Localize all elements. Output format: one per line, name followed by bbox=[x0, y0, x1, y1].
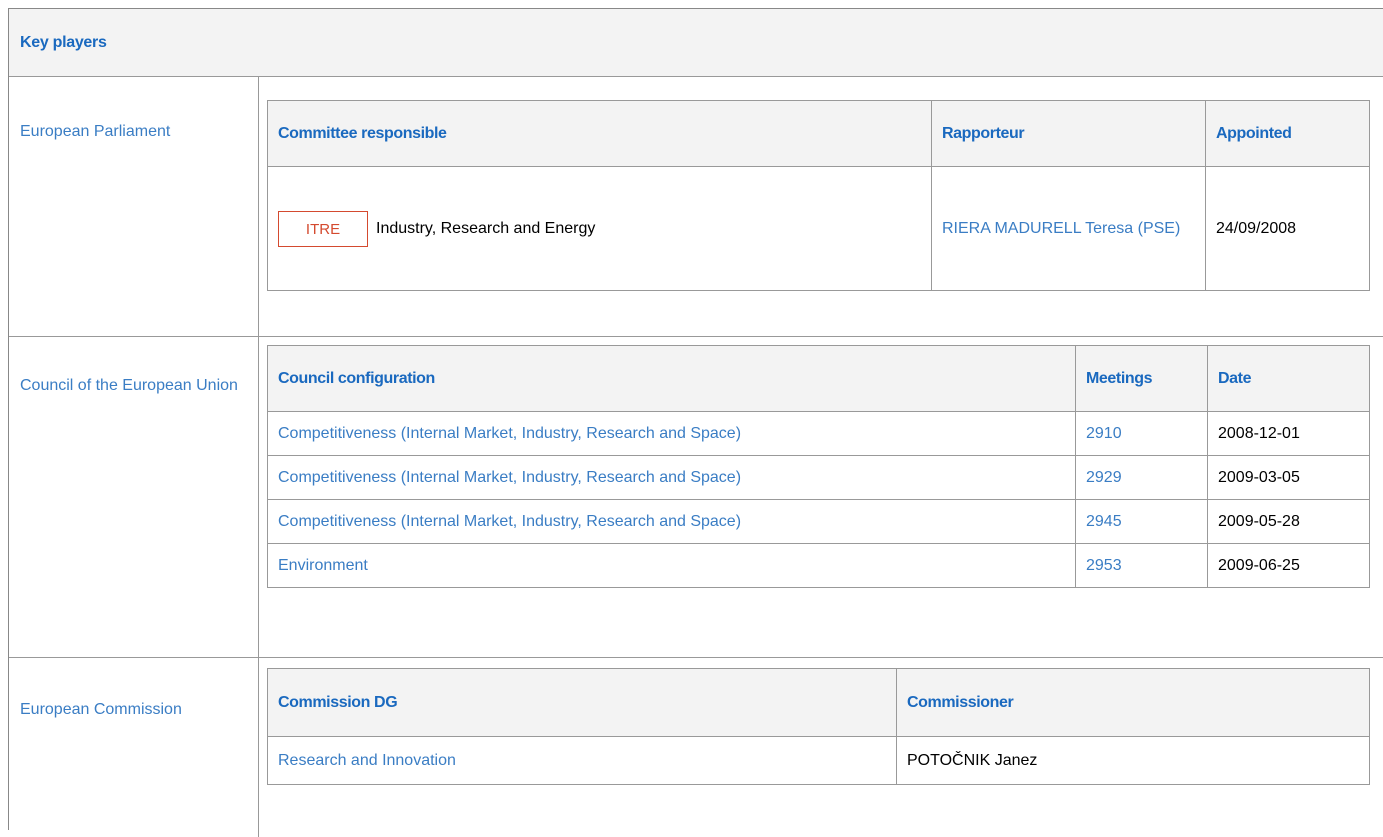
col-rapporteur: Rapporteur bbox=[931, 100, 1206, 167]
meeting-date: 2009-06-25 bbox=[1207, 543, 1370, 588]
table-row: Environment 2953 2009-06-25 bbox=[267, 543, 1370, 588]
table-header-row: Committee responsible Rapporteur Appoint… bbox=[267, 100, 1370, 167]
council-configuration-link[interactable]: Environment bbox=[267, 543, 1076, 588]
appointed-date: 24/09/2008 bbox=[1205, 166, 1370, 291]
meeting-date: 2009-05-28 bbox=[1207, 499, 1370, 544]
rapporteur-link[interactable]: RIERA MADURELL Teresa (PSE) bbox=[931, 166, 1206, 291]
key-players-title: Key players bbox=[20, 34, 107, 51]
key-players-header: Key players bbox=[9, 9, 1383, 77]
meeting-link[interactable]: 2910 bbox=[1075, 411, 1208, 456]
meeting-link[interactable]: 2929 bbox=[1075, 455, 1208, 500]
meeting-date: 2009-03-05 bbox=[1207, 455, 1370, 500]
col-commission-dg: Commission DG bbox=[267, 668, 897, 737]
player-european-commission[interactable]: European Commission bbox=[20, 697, 182, 722]
col-appointed: Appointed bbox=[1205, 100, 1370, 167]
player-european-parliament[interactable]: European Parliament bbox=[20, 119, 170, 144]
col-commissioner: Commissioner bbox=[896, 668, 1370, 737]
player-council-of-eu[interactable]: Council of the European Union bbox=[20, 373, 245, 398]
table-row: Competitiveness (Internal Market, Indust… bbox=[267, 411, 1370, 456]
committee-name: Industry, Research and Energy bbox=[376, 219, 596, 237]
table-row: Research and Innovation POTOČNIK Janez bbox=[267, 736, 1370, 785]
committee-cell: ITRE Industry, Research and Energy bbox=[267, 166, 932, 291]
table-row: ITRE Industry, Research and Energy RIERA … bbox=[267, 166, 1370, 291]
row-divider-parliament bbox=[9, 336, 1383, 337]
row-divider-council bbox=[9, 657, 1383, 658]
commission-dg-link[interactable]: Research and Innovation bbox=[267, 736, 897, 785]
council-configuration-table: Council configuration Meetings Date Comp… bbox=[267, 345, 1370, 588]
meeting-date: 2008-12-01 bbox=[1207, 411, 1370, 456]
col-date: Date bbox=[1207, 345, 1370, 412]
commission-table: Commission DG Commissioner Research and … bbox=[267, 668, 1370, 785]
col-council-configuration: Council configuration bbox=[267, 345, 1076, 412]
meeting-link[interactable]: 2945 bbox=[1075, 499, 1208, 544]
table-row: Competitiveness (Internal Market, Indust… bbox=[267, 455, 1370, 500]
table-header-row: Commission DG Commissioner bbox=[267, 668, 1370, 737]
col-meetings: Meetings bbox=[1075, 345, 1208, 412]
col-committee-responsible: Committee responsible bbox=[267, 100, 932, 167]
council-configuration-link[interactable]: Competitiveness (Internal Market, Indust… bbox=[267, 499, 1076, 544]
committee-code-badge[interactable]: ITRE bbox=[278, 210, 368, 247]
table-header-row: Council configuration Meetings Date bbox=[267, 345, 1370, 412]
table-row: Competitiveness (Internal Market, Indust… bbox=[267, 499, 1370, 544]
council-configuration-link[interactable]: Competitiveness (Internal Market, Indust… bbox=[267, 411, 1076, 456]
key-players-panel: Key players European Parliament Committe… bbox=[8, 8, 1383, 837]
council-configuration-link[interactable]: Competitiveness (Internal Market, Indust… bbox=[267, 455, 1076, 500]
commissioner-name: POTOČNIK Janez bbox=[896, 736, 1370, 785]
column-divider bbox=[258, 77, 259, 837]
meeting-link[interactable]: 2953 bbox=[1075, 543, 1208, 588]
parliament-committee-table: Committee responsible Rapporteur Appoint… bbox=[267, 100, 1370, 291]
